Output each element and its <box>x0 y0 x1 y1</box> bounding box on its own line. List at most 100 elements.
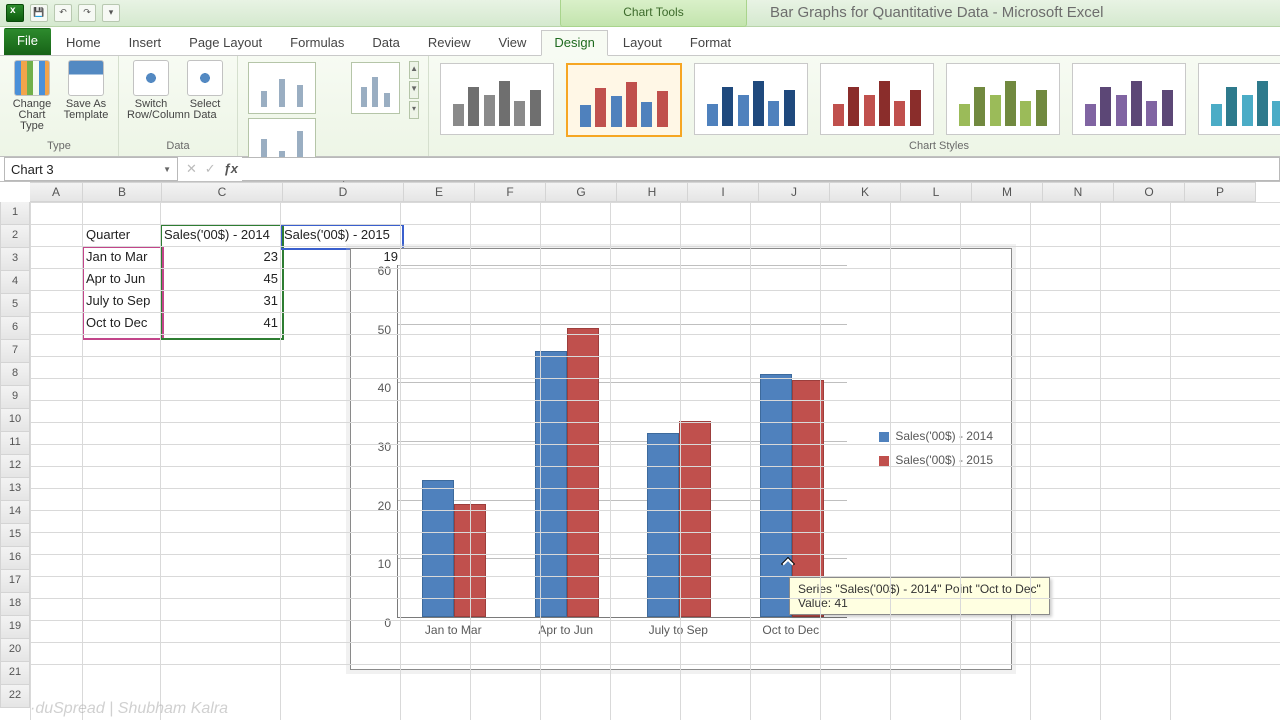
save-as-template-button[interactable]: Save As Template <box>62 60 110 121</box>
cell[interactable]: Quarter <box>82 224 162 246</box>
row-header[interactable]: 2 <box>0 225 30 248</box>
formula-bar: Chart 3 ▼ ✕ ✓ ƒx <box>0 157 1280 182</box>
select-data-button[interactable]: Select Data <box>181 60 229 121</box>
cell[interactable]: 41 <box>160 312 282 334</box>
enter-icon[interactable]: ✓ <box>205 161 216 177</box>
row-header[interactable]: 4 <box>0 271 30 294</box>
chart-layout-1[interactable] <box>248 62 316 114</box>
col-header[interactable]: C <box>162 182 283 202</box>
row-header[interactable]: 9 <box>0 386 30 409</box>
col-header[interactable]: K <box>830 182 901 202</box>
layout-gallery-scroll[interactable]: ▲▼▾ <box>408 60 420 120</box>
chart-style-7[interactable] <box>1198 63 1280 135</box>
row-header[interactable]: 5 <box>0 294 30 317</box>
legend-item[interactable]: Sales('00$) - 2015 <box>879 453 993 467</box>
col-header[interactable]: L <box>901 182 972 202</box>
col-header[interactable]: F <box>475 182 546 202</box>
col-header[interactable]: A <box>30 182 83 202</box>
tab-file[interactable]: File <box>4 28 51 55</box>
cell[interactable]: 31 <box>160 290 282 312</box>
cell[interactable]: July to Sep <box>82 290 162 312</box>
change-chart-type-button[interactable]: Change Chart Type <box>8 60 56 132</box>
save-button[interactable]: 💾 <box>30 4 48 22</box>
bar-Sales-00-2015[interactable] <box>679 421 711 617</box>
chevron-down-icon[interactable]: ▼ <box>163 165 171 174</box>
row-header[interactable]: 16 <box>0 547 30 570</box>
col-header[interactable]: J <box>759 182 830 202</box>
chart-style-2[interactable] <box>566 63 682 137</box>
switch-row-column-button[interactable]: Switch Row/Column <box>127 60 175 121</box>
bar-Sales-00-2014[interactable] <box>760 374 792 617</box>
row-header[interactable]: 10 <box>0 409 30 432</box>
cell[interactable]: Jan to Mar <box>82 246 162 268</box>
bar-Sales-00-2014[interactable] <box>647 433 679 617</box>
row-header[interactable]: 7 <box>0 340 30 363</box>
cell[interactable]: 45 <box>160 268 282 290</box>
chart-style-5[interactable] <box>946 63 1060 135</box>
y-tick: 10 <box>378 557 391 571</box>
fx-icon[interactable]: ƒx <box>224 161 238 177</box>
row-header[interactable]: 21 <box>0 662 30 685</box>
tab-view[interactable]: View <box>485 30 539 55</box>
tab-data[interactable]: Data <box>359 30 412 55</box>
col-header[interactable]: D <box>283 182 404 202</box>
cell[interactable]: Sales('00$) - 2014 <box>160 224 282 246</box>
undo-button[interactable]: ↶ <box>54 4 72 22</box>
cell[interactable]: 19 <box>280 246 402 268</box>
col-header[interactable]: I <box>688 182 759 202</box>
col-header[interactable]: H <box>617 182 688 202</box>
row-header[interactable]: 19 <box>0 616 30 639</box>
bar-Sales-00-2015[interactable] <box>567 328 599 617</box>
col-header[interactable]: B <box>83 182 162 202</box>
redo-button[interactable]: ↷ <box>78 4 96 22</box>
cell-grid[interactable]: 0102030405060Jan to MarApr to JunJuly to… <box>30 202 1280 720</box>
cell[interactable]: 23 <box>160 246 282 268</box>
cancel-icon[interactable]: ✕ <box>186 161 197 177</box>
tab-home[interactable]: Home <box>53 30 114 55</box>
tab-design[interactable]: Design <box>541 30 607 56</box>
row-header[interactable]: 18 <box>0 593 30 616</box>
col-header[interactable]: N <box>1043 182 1114 202</box>
row-header[interactable]: 12 <box>0 455 30 478</box>
row-header[interactable]: 20 <box>0 639 30 662</box>
worksheet[interactable]: ABCDEFGHIJKLMNOP 12345678910111213141516… <box>0 182 1280 720</box>
row-header[interactable]: 13 <box>0 478 30 501</box>
row-header[interactable]: 8 <box>0 363 30 386</box>
tab-format[interactable]: Format <box>677 30 744 55</box>
cell[interactable]: Oct to Dec <box>82 312 162 334</box>
chart-style-6[interactable] <box>1072 63 1186 135</box>
bar-Sales-00-2014[interactable] <box>422 480 454 617</box>
chart-layout-3[interactable] <box>351 62 400 114</box>
name-box[interactable]: Chart 3 ▼ <box>4 157 178 181</box>
column-headers[interactable]: ABCDEFGHIJKLMNOP <box>30 182 1280 202</box>
tab-insert[interactable]: Insert <box>116 30 175 55</box>
formula-input[interactable] <box>242 157 1280 181</box>
row-header[interactable]: 11 <box>0 432 30 455</box>
chart-style-1[interactable] <box>440 63 554 135</box>
col-header[interactable]: O <box>1114 182 1185 202</box>
tab-page-layout[interactable]: Page Layout <box>176 30 275 55</box>
col-header[interactable]: E <box>404 182 475 202</box>
plot-area[interactable]: 0102030405060Jan to MarApr to JunJuly to… <box>397 265 847 617</box>
row-header[interactable]: 14 <box>0 501 30 524</box>
chart-legend[interactable]: Sales('00$) - 2014 Sales('00$) - 2015 <box>879 429 993 477</box>
row-header[interactable]: 22 <box>0 685 30 708</box>
cell[interactable]: Apr to Jun <box>82 268 162 290</box>
qat-customize-button[interactable]: ▾ <box>102 4 120 22</box>
col-header[interactable]: P <box>1185 182 1256 202</box>
col-header[interactable]: G <box>546 182 617 202</box>
row-header[interactable]: 6 <box>0 317 30 340</box>
row-header[interactable]: 17 <box>0 570 30 593</box>
tab-review[interactable]: Review <box>415 30 484 55</box>
chart-style-4[interactable] <box>820 63 934 135</box>
cell[interactable]: Sales('00$) - 2015 <box>280 224 402 246</box>
legend-item[interactable]: Sales('00$) - 2014 <box>879 429 993 443</box>
col-header[interactable]: M <box>972 182 1043 202</box>
row-headers[interactable]: 12345678910111213141516171819202122 <box>0 202 30 708</box>
row-header[interactable]: 15 <box>0 524 30 547</box>
tab-layout[interactable]: Layout <box>610 30 675 55</box>
tab-formulas[interactable]: Formulas <box>277 30 357 55</box>
row-header[interactable]: 3 <box>0 248 30 271</box>
chart-style-3[interactable] <box>694 63 808 135</box>
row-header[interactable]: 1 <box>0 202 30 225</box>
